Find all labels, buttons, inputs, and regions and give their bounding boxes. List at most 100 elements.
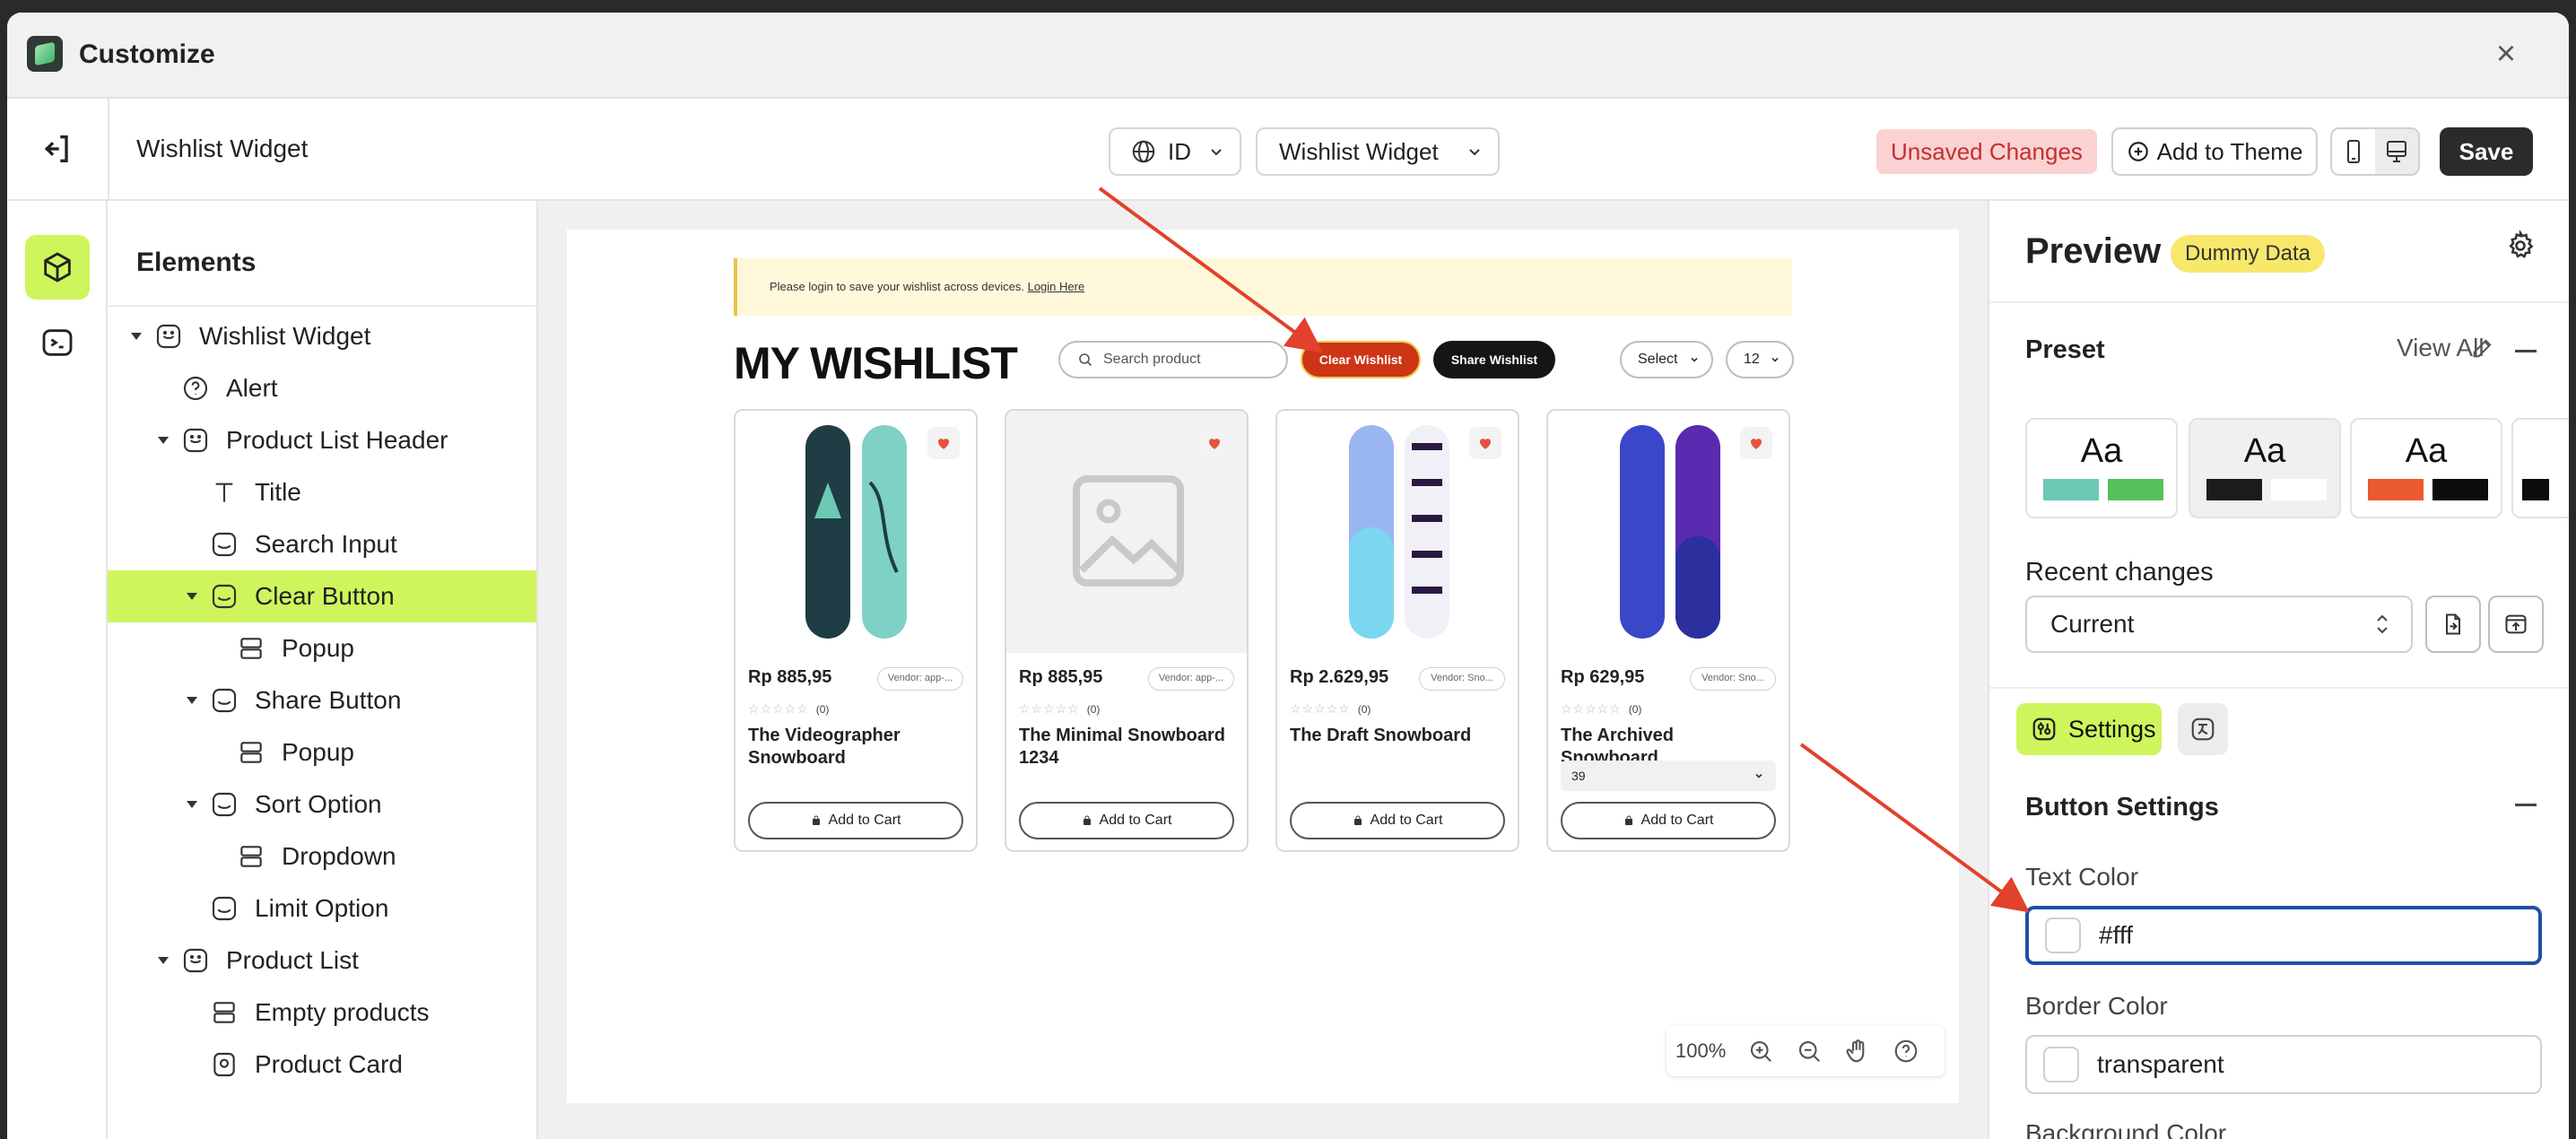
edit-icon[interactable] xyxy=(2470,335,2495,361)
caret-down-icon[interactable] xyxy=(131,333,142,340)
recent-changes-select[interactable]: Current xyxy=(2025,596,2413,653)
help-icon[interactable] xyxy=(1893,1038,1919,1065)
caret-down-icon[interactable] xyxy=(187,697,197,704)
background-color-label: Background Color xyxy=(2025,1119,2227,1139)
collapse-icon[interactable] xyxy=(2515,350,2537,352)
remove-wishlist-button[interactable] xyxy=(1198,427,1231,459)
zoom-in-icon[interactable] xyxy=(1747,1038,1774,1065)
tree-item-label: Product List xyxy=(226,946,359,974)
elements-title: Elements xyxy=(136,248,257,277)
preset-card-selected[interactable]: Aa xyxy=(2189,418,2341,518)
preset-card[interactable] xyxy=(2511,418,2569,518)
sliders-icon xyxy=(2032,717,2056,741)
login-link[interactable]: Login Here xyxy=(1028,280,1085,293)
text-color-input[interactable]: #fff xyxy=(2025,906,2542,965)
tree-item-popup[interactable]: Popup xyxy=(108,726,536,778)
tree-item-share-button[interactable]: Share Button xyxy=(108,674,536,726)
product-name[interactable]: The Minimal Snowboard 1234 xyxy=(1019,725,1234,769)
button-icon xyxy=(212,792,237,817)
color-swatch[interactable] xyxy=(2045,917,2081,953)
add-to-cart-button[interactable]: Add to Cart xyxy=(1561,802,1776,839)
product-name[interactable]: The Videographer Snowboard xyxy=(748,725,963,769)
remove-wishlist-button[interactable] xyxy=(1740,427,1772,459)
close-icon[interactable]: × xyxy=(2490,37,2522,71)
file-import-icon xyxy=(2446,613,2460,635)
code-rail-button[interactable] xyxy=(25,310,90,375)
remove-wishlist-button[interactable] xyxy=(1469,427,1501,459)
tree-item-alert[interactable]: Alert xyxy=(108,362,536,414)
desktop-view-button[interactable] xyxy=(2375,129,2418,174)
variant-select[interactable]: 39 xyxy=(1561,761,1776,791)
tree-item-empty-products[interactable]: Empty products xyxy=(108,987,536,1039)
bag-icon xyxy=(1353,815,1362,825)
save-button[interactable]: Save xyxy=(2440,127,2533,176)
exit-icon[interactable] xyxy=(39,131,75,167)
product-card[interactable]: Rp 885,95 Vendor: app-... ☆☆☆☆☆ (0) The M… xyxy=(1005,409,1249,852)
tree-item-wishlist-widget[interactable]: Wishlist Widget xyxy=(108,310,536,362)
preview-canvas: Please login to save your wishlist acros… xyxy=(567,230,1959,1103)
border-color-input[interactable]: transparent xyxy=(2025,1035,2542,1094)
stars: ☆☆☆☆☆ xyxy=(1561,701,1622,716)
add-to-cart-button[interactable]: Add to Cart xyxy=(1290,802,1505,839)
tree-item-label: Empty products xyxy=(255,998,430,1026)
product-card[interactable]: Rp 629,95 Vendor: Sno... ☆☆☆☆☆ (0) The Ar… xyxy=(1546,409,1790,852)
bag-icon xyxy=(1624,815,1632,825)
search-input[interactable]: Search product xyxy=(1058,341,1288,378)
caret-down-icon[interactable] xyxy=(187,801,197,808)
export-button[interactable] xyxy=(2488,596,2544,653)
add-to-cart-button[interactable]: Add to Cart xyxy=(1019,802,1234,839)
input-icon xyxy=(212,532,237,557)
caret-down-icon[interactable] xyxy=(158,437,169,444)
sort-select[interactable]: Select xyxy=(1620,341,1713,378)
product-card[interactable]: Rp 2.629,95 Vendor: Sno... ☆☆☆☆☆ (0) The … xyxy=(1275,409,1519,852)
recent-changes-value: Current xyxy=(2050,610,2135,638)
gear-icon[interactable] xyxy=(2504,230,2537,262)
preset-card[interactable]: Aa xyxy=(2350,418,2502,518)
elements-rail-button[interactable] xyxy=(25,235,90,300)
color-swatch[interactable] xyxy=(2043,1047,2079,1082)
vendor-badge: Vendor: Sno... xyxy=(1690,667,1776,691)
preset-swatch xyxy=(2522,479,2549,500)
collapse-icon[interactable] xyxy=(2515,804,2537,806)
tree-item-product-list-header[interactable]: Product List Header xyxy=(108,414,536,466)
chevron-down-icon xyxy=(1755,773,1762,778)
tree-item-limit-option[interactable]: Limit Option xyxy=(108,883,536,935)
widget-select[interactable]: Wishlist Widget xyxy=(1256,127,1500,176)
mobile-view-button[interactable] xyxy=(2332,129,2375,174)
preset-card[interactable]: Aa xyxy=(2025,418,2178,518)
window-title: Customize xyxy=(79,39,215,69)
add-to-theme-button[interactable]: Add to Theme xyxy=(2111,127,2318,176)
review-count: (0) xyxy=(1628,703,1642,716)
tab-translate[interactable] xyxy=(2178,703,2228,755)
review-count: (0) xyxy=(1086,703,1101,716)
tree-item-label: Clear Button xyxy=(255,582,395,610)
caret-down-icon[interactable] xyxy=(187,593,197,600)
limit-select[interactable]: 12 xyxy=(1726,341,1794,378)
tree-item-product-card[interactable]: Product Card xyxy=(108,1039,536,1091)
remove-wishlist-button[interactable] xyxy=(927,427,960,459)
zoom-toolbar: 100% xyxy=(1667,1026,1945,1076)
tree-item-sort-option[interactable]: Sort Option xyxy=(108,778,536,830)
zoom-out-icon[interactable] xyxy=(1796,1038,1823,1065)
import-button[interactable] xyxy=(2425,596,2481,653)
tree-item-dropdown[interactable]: Dropdown xyxy=(108,830,536,883)
hand-pan-icon[interactable] xyxy=(1844,1038,1871,1065)
tree-item-popup[interactable]: Popup xyxy=(108,622,536,674)
tree-item-title[interactable]: Title xyxy=(108,466,536,518)
search-icon xyxy=(1079,353,1092,367)
tree-item-search-input[interactable]: Search Input xyxy=(108,518,536,570)
tree-item-label: Dropdown xyxy=(282,842,396,870)
login-alert: Please login to save your wishlist acros… xyxy=(734,258,1792,316)
caret-down-icon[interactable] xyxy=(158,957,169,964)
title-bar: Customize × xyxy=(7,13,2569,99)
clear-wishlist-button[interactable]: Clear Wishlist xyxy=(1301,341,1421,378)
tab-settings[interactable]: Settings xyxy=(2016,703,2162,755)
add-to-cart-button[interactable]: Add to Cart xyxy=(748,802,963,839)
share-wishlist-button[interactable]: Share Wishlist xyxy=(1433,341,1555,378)
tree-item-product-list[interactable]: Product List xyxy=(108,935,536,987)
product-name[interactable]: The Draft Snowboard xyxy=(1290,725,1505,747)
tree-item-clear-button[interactable]: Clear Button xyxy=(108,570,536,622)
product-card[interactable]: Rp 885,95 Vendor: app-... ☆☆☆☆☆ (0) The V… xyxy=(734,409,978,852)
language-select[interactable]: ID xyxy=(1109,127,1241,176)
app-logo-icon xyxy=(27,36,63,72)
